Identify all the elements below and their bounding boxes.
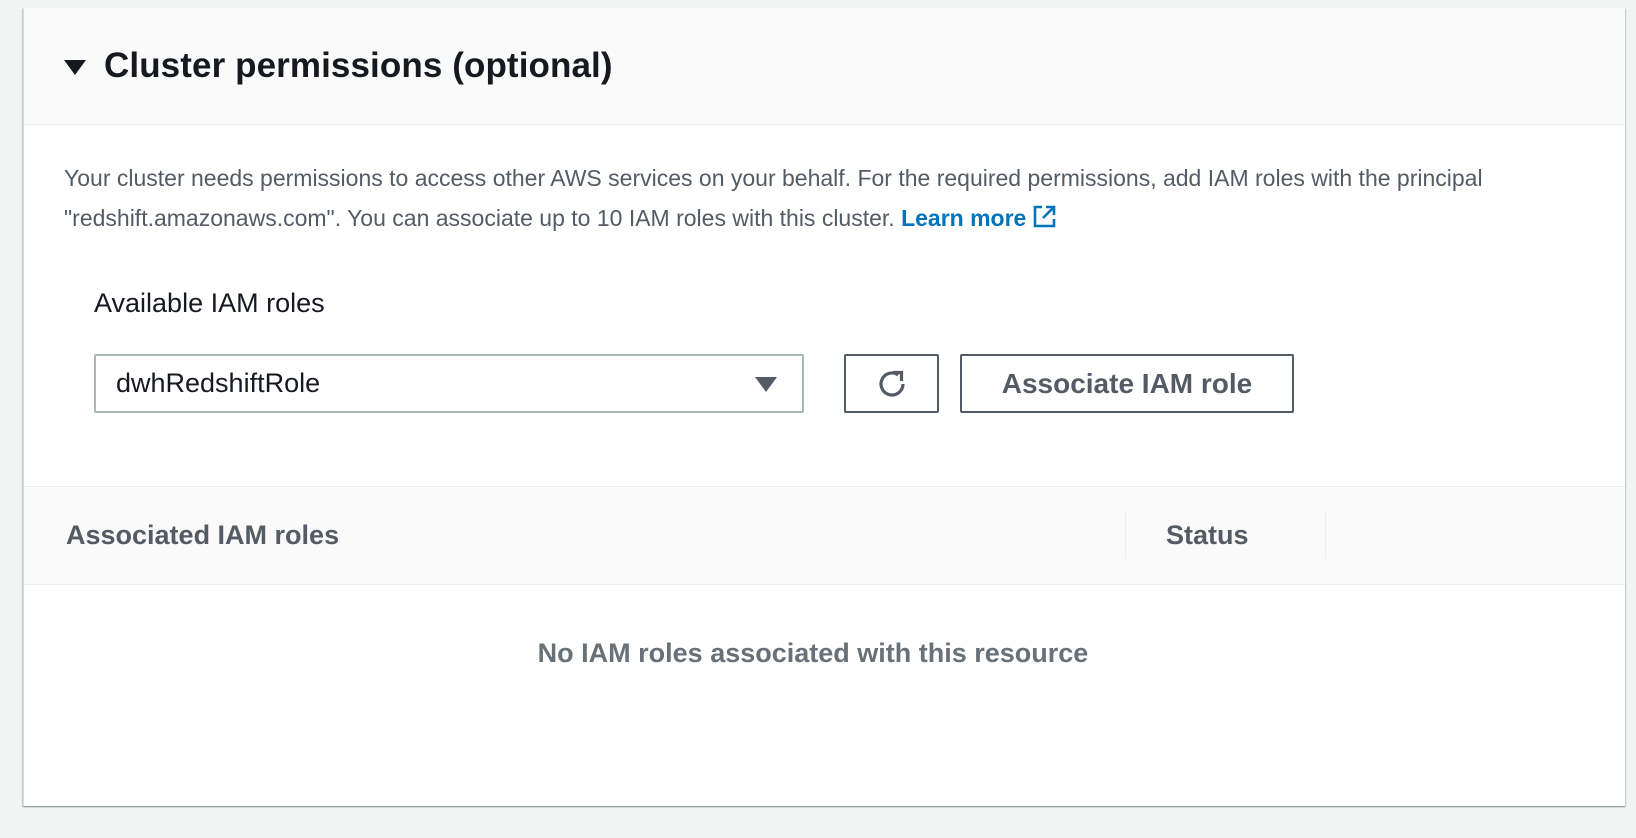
iam-role-select-value: dwhRedshiftRole — [116, 368, 321, 398]
panel-header[interactable]: Cluster permissions (optional) — [24, 8, 1625, 125]
column-header-associated-iam-roles[interactable]: Associated IAM roles — [66, 487, 339, 584]
column-header-status[interactable]: Status — [1166, 487, 1249, 584]
associated-roles-table-header: Associated IAM roles Status — [24, 486, 1625, 585]
iam-role-select[interactable]: dwhRedshiftRole — [94, 354, 804, 413]
empty-state-message: No IAM roles associated with this resour… — [537, 638, 1089, 668]
external-link-icon — [1034, 205, 1056, 228]
available-iam-roles-label: Available IAM roles — [94, 288, 325, 318]
column-divider — [1125, 511, 1126, 559]
learn-more-link[interactable]: Learn more — [901, 205, 1057, 231]
description-text: Your cluster needs permissions to access… — [64, 165, 1483, 231]
dropdown-caret-icon — [755, 377, 777, 392]
learn-more-label: Learn more — [901, 205, 1027, 231]
refresh-button[interactable] — [844, 354, 939, 413]
panel-title: Cluster permissions (optional) — [104, 46, 613, 85]
caret-down-icon[interactable] — [64, 59, 86, 75]
column-divider — [1325, 511, 1326, 559]
associate-iam-role-button[interactable]: Associate IAM role — [960, 354, 1294, 413]
refresh-icon — [878, 370, 905, 397]
panel-description: Your cluster needs permissions to access… — [64, 158, 1594, 238]
cluster-permissions-panel: Cluster permissions (optional) Your clus… — [23, 8, 1625, 806]
